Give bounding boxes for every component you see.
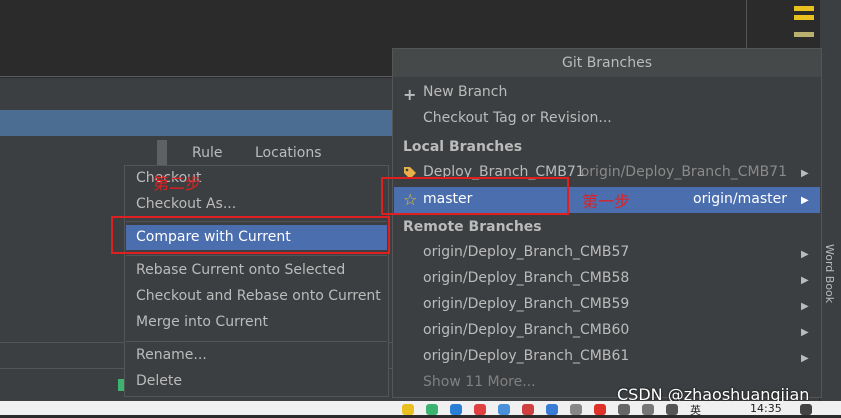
- plus-icon: +: [403, 85, 417, 104]
- submenu-arrow-icon: ▶: [801, 168, 809, 179]
- column-header-rule: Rule: [192, 145, 223, 161]
- menu-item-checkout-as[interactable]: Checkout As...: [136, 196, 236, 212]
- git-branches-popup: Git Branches + New Branch Checkout Tag o…: [392, 48, 822, 398]
- submenu-arrow-icon: ▶: [801, 275, 809, 286]
- tray-app-icon[interactable]: [570, 404, 582, 415]
- menu-separator: [126, 341, 387, 342]
- column-header-locations: Locations: [255, 145, 322, 161]
- remote-branch-cmb61[interactable]: origin/Deploy_Branch_CMB61: [423, 348, 629, 364]
- menu-item-merge-into-current[interactable]: Merge into Current: [136, 314, 268, 330]
- tray-volume-icon[interactable]: [618, 404, 630, 415]
- tray-wechat-icon[interactable]: [426, 404, 438, 415]
- tray-app-icon[interactable]: [522, 404, 534, 415]
- tag-icon: [403, 165, 416, 179]
- new-branch-action[interactable]: New Branch: [423, 84, 507, 100]
- menu-item-checkout-and-rebase[interactable]: Checkout and Rebase onto Current: [136, 288, 381, 304]
- tray-display-icon[interactable]: [666, 404, 678, 415]
- local-branches-header: Local Branches: [403, 139, 523, 155]
- show-more-link[interactable]: Show 11 More...: [423, 374, 536, 390]
- annotation-box-step2: [111, 216, 390, 254]
- panel-scrollbar[interactable]: [157, 140, 167, 168]
- tray-app-icon[interactable]: [474, 404, 486, 415]
- tray-app-icon[interactable]: [402, 404, 414, 415]
- popup-title: Git Branches: [393, 49, 821, 77]
- tracking-branch-label: origin/master: [693, 191, 787, 207]
- annotation-step1: 第一步: [582, 192, 631, 211]
- tray-browser-icon[interactable]: [498, 404, 510, 415]
- submenu-arrow-icon: ▶: [801, 195, 809, 206]
- remote-branch-cmb58[interactable]: origin/Deploy_Branch_CMB58: [423, 270, 629, 286]
- menu-item-delete[interactable]: Delete: [136, 373, 182, 389]
- checkout-tag-action[interactable]: Checkout Tag or Revision...: [423, 110, 612, 126]
- tray-network-icon[interactable]: [642, 404, 654, 415]
- tray-app-icon[interactable]: [450, 404, 462, 415]
- annotation-step2: 第二步: [153, 174, 202, 193]
- os-taskbar: [0, 401, 841, 415]
- notification-icon[interactable]: [800, 404, 812, 415]
- remote-branch-cmb59[interactable]: origin/Deploy_Branch_CMB59: [423, 296, 629, 312]
- submenu-arrow-icon: ▶: [801, 327, 809, 338]
- menu-separator: [126, 255, 387, 256]
- menu-item-rename[interactable]: Rename...: [136, 347, 207, 363]
- remote-branch-cmb60[interactable]: origin/Deploy_Branch_CMB60: [423, 322, 629, 338]
- submenu-arrow-icon: ▶: [801, 301, 809, 312]
- submenu-arrow-icon: ▶: [801, 249, 809, 260]
- tracking-branch-label: origin/Deploy_Branch_CMB71: [580, 164, 787, 180]
- tray-app-icon[interactable]: [594, 404, 606, 415]
- menu-item-rebase-current[interactable]: Rebase Current onto Selected: [136, 262, 345, 278]
- clock[interactable]: 14:35: [750, 402, 782, 415]
- word-book-label: Word Book: [823, 244, 836, 304]
- submenu-arrow-icon: ▶: [801, 353, 809, 364]
- ime-indicator[interactable]: 英: [690, 402, 701, 418]
- tool-window-tab-strip: [0, 110, 395, 136]
- remote-branches-header: Remote Branches: [403, 219, 542, 235]
- branch-context-menu: Checkout Checkout As... Compare with Cur…: [124, 165, 389, 397]
- error-stripe[interactable]: [794, 0, 814, 40]
- annotation-box-step1: [381, 177, 569, 215]
- tray-app-icon[interactable]: [546, 404, 558, 415]
- word-book-tool-button[interactable]: Word Book: [819, 240, 841, 350]
- remote-branch-cmb57[interactable]: origin/Deploy_Branch_CMB57: [423, 244, 629, 260]
